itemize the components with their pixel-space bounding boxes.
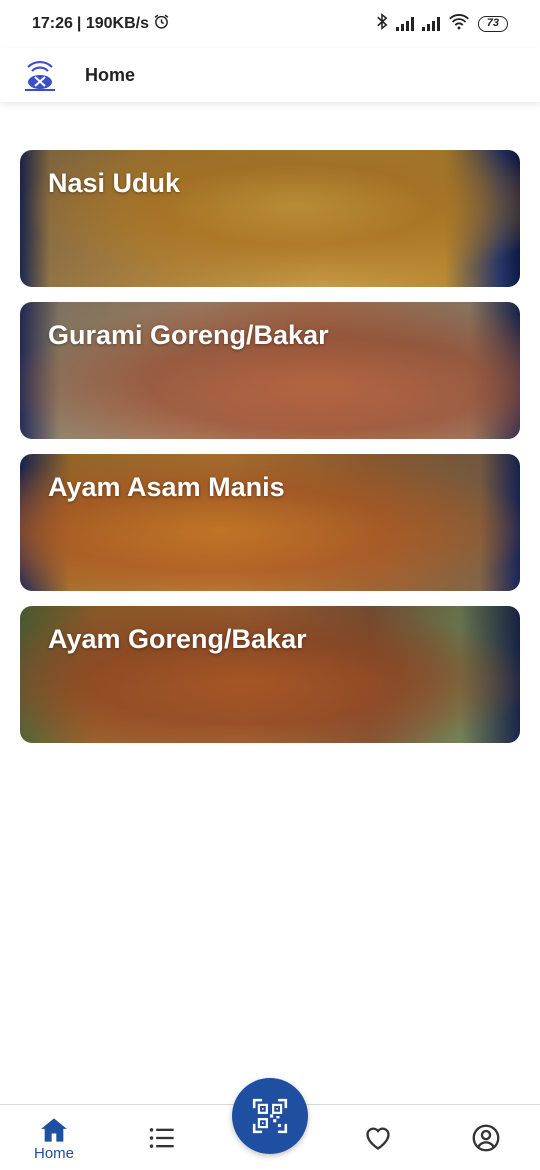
nav-favorites[interactable] <box>338 1105 418 1170</box>
status-bar: 17:26 | 190KB/s 73 <box>0 0 540 48</box>
menu-card-ayam-goreng-bakar[interactable]: Ayam Goreng/Bakar <box>20 606 520 743</box>
signal-icon-1 <box>395 17 414 31</box>
menu-list: Nasi Uduk Gurami Goreng/Bakar Ayam Asam … <box>20 150 520 758</box>
status-right: 73 <box>376 13 508 35</box>
battery-indicator: 73 <box>477 16 508 32</box>
menu-card-nasi-uduk[interactable]: Nasi Uduk <box>20 150 520 287</box>
menu-card-title: Nasi Uduk <box>48 168 181 198</box>
bluetooth-icon <box>376 13 388 35</box>
nav-list[interactable] <box>122 1105 202 1170</box>
menu-card-gurami-goreng-bakar[interactable]: Gurami Goreng/Bakar <box>20 302 520 439</box>
home-icon <box>41 1118 67 1142</box>
list-icon <box>149 1128 174 1148</box>
profile-icon <box>472 1124 500 1152</box>
status-time: 17:26 <box>32 15 73 32</box>
alarm-icon <box>153 13 170 35</box>
qr-scan-button[interactable] <box>232 1078 308 1154</box>
page-title: Home <box>85 64 136 85</box>
signal-icon-2 <box>421 17 440 31</box>
app-bar: Home <box>0 48 540 102</box>
wifi-icon <box>448 13 470 35</box>
status-network-speed: | 190KB/s <box>76 15 149 32</box>
heart-icon <box>366 1127 390 1150</box>
qr-code-icon <box>252 1098 288 1134</box>
nav-home[interactable]: Home <box>14 1105 94 1170</box>
menu-card-title: Ayam Asam Manis <box>48 472 285 502</box>
status-left: 17:26 | 190KB/s <box>32 13 170 35</box>
nav-home-label: Home <box>33 1145 74 1162</box>
menu-card-title: Ayam Goreng/Bakar <box>48 624 307 654</box>
menu-card-ayam-asam-manis[interactable]: Ayam Asam Manis <box>20 454 520 591</box>
nav-profile[interactable] <box>446 1105 526 1170</box>
restaurant-logo-icon <box>22 57 58 93</box>
menu-card-title: Gurami Goreng/Bakar <box>48 320 329 350</box>
